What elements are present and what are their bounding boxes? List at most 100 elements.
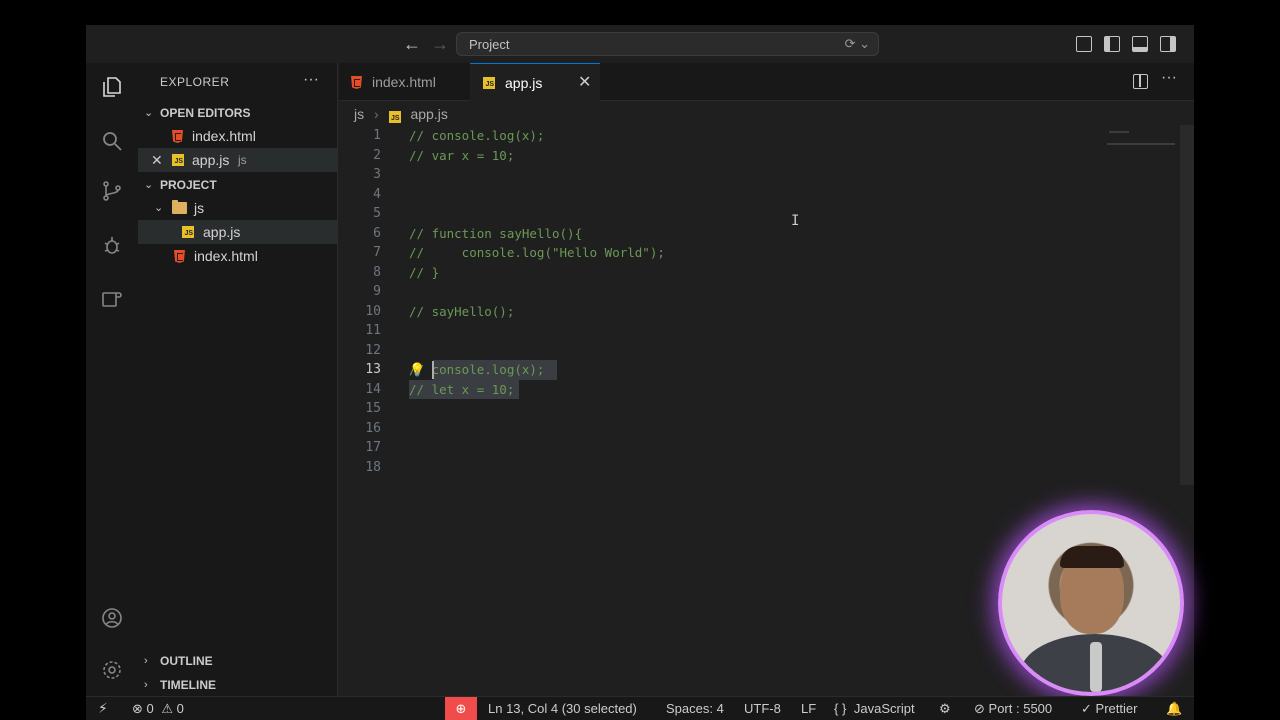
code-line: // } bbox=[409, 264, 440, 280]
open-editor-item[interactable]: index.html bbox=[138, 124, 338, 148]
line-number: 12 bbox=[365, 342, 381, 358]
toggle-secondary-sidebar-icon[interactable] bbox=[1160, 36, 1176, 52]
toggle-panel-icon[interactable] bbox=[1132, 36, 1148, 52]
customize-layout-icon[interactable] bbox=[1076, 36, 1092, 52]
text-cursor-icon: I bbox=[791, 213, 800, 229]
outline-title: OUTLINE bbox=[160, 654, 213, 668]
close-tab-icon[interactable]: ✕ bbox=[578, 64, 591, 102]
editor-tab-bar: index.html JS app.js ✕ ··· bbox=[339, 63, 1194, 101]
notifications-bell-icon[interactable]: 🔔 bbox=[1166, 697, 1182, 720]
folder-icon bbox=[172, 200, 187, 214]
prettier[interactable]: ✓ Prettier bbox=[1081, 697, 1137, 720]
open-editor-label: index.html bbox=[192, 128, 256, 144]
line-number: 11 bbox=[365, 323, 381, 338]
tab-index-html[interactable]: index.html bbox=[339, 63, 469, 101]
settings-gear-icon[interactable] bbox=[100, 658, 124, 682]
error-count: 0 bbox=[146, 701, 154, 716]
chevron-right-icon: › bbox=[374, 106, 379, 122]
webcam-overlay bbox=[998, 510, 1184, 696]
lightbulb-icon[interactable]: 💡 bbox=[409, 363, 425, 378]
code-line: // var x = 10; bbox=[409, 147, 515, 163]
warning-icon: ⚠ bbox=[161, 701, 174, 716]
source-control-icon[interactable] bbox=[100, 179, 124, 203]
chevron-down-icon: ⌄ bbox=[144, 179, 154, 191]
line-number: 6 bbox=[373, 225, 381, 241]
breadcrumb-file[interactable]: app.js bbox=[410, 106, 447, 122]
line-number: 13 bbox=[365, 362, 381, 377]
timeline-section[interactable]: › TIMELINE bbox=[138, 674, 338, 696]
line-number: 14 bbox=[365, 381, 381, 397]
copilot-icon[interactable]: ⟳ ⌄ bbox=[845, 36, 870, 52]
more-actions-icon[interactable]: ··· bbox=[1161, 69, 1177, 87]
end-of-line[interactable]: LF bbox=[801, 697, 816, 720]
breadcrumb: js › JS app.js bbox=[354, 103, 448, 125]
line-number: 4 bbox=[373, 186, 381, 202]
copilot-icon[interactable]: ⚙ bbox=[939, 697, 951, 720]
encoding[interactable]: UTF-8 bbox=[744, 697, 781, 720]
chevron-down-icon: ⌄ bbox=[154, 202, 164, 214]
code-line: // sayHello(); bbox=[409, 303, 515, 319]
line-number: 1 bbox=[373, 128, 381, 143]
search-icon[interactable] bbox=[100, 129, 124, 153]
chevron-right-icon: › bbox=[144, 655, 148, 667]
more-actions-icon[interactable]: ··· bbox=[303, 71, 319, 89]
vertical-scrollbar[interactable] bbox=[1180, 125, 1194, 485]
line-number: 15 bbox=[365, 401, 381, 416]
line-number: 16 bbox=[365, 420, 381, 436]
indentation[interactable]: Spaces: 4 bbox=[666, 697, 724, 720]
toggle-primary-sidebar-icon[interactable] bbox=[1104, 36, 1120, 52]
zoom-icon[interactable]: ⊕ bbox=[445, 697, 477, 720]
presenter-hair bbox=[1060, 546, 1124, 568]
port-label: Port : 5500 bbox=[988, 701, 1053, 716]
tab-label: app.js bbox=[505, 75, 543, 91]
open-editor-label: app.js bbox=[192, 152, 230, 168]
problems-indicator[interactable]: ⊗ 0 ⚠ 0 bbox=[132, 697, 184, 720]
outline-section[interactable]: › OUTLINE bbox=[138, 650, 338, 672]
warning-count: 0 bbox=[176, 701, 184, 716]
line-number: 10 bbox=[365, 303, 381, 319]
language-mode[interactable]: { } JavaScript bbox=[834, 697, 915, 720]
tree-file-app-js[interactable]: JS app.js bbox=[138, 220, 338, 244]
explorer-icon[interactable] bbox=[100, 75, 124, 99]
tab-app-js[interactable]: JS app.js ✕ bbox=[470, 63, 600, 101]
braces-icon: { } bbox=[834, 701, 847, 716]
run-debug-icon[interactable] bbox=[100, 233, 124, 257]
code-line: // console.log("Hello World"); bbox=[409, 245, 665, 260]
open-editor-path-hint: js bbox=[238, 153, 247, 167]
search-label: Project bbox=[469, 37, 510, 52]
close-icon[interactable]: ✕ bbox=[151, 148, 163, 172]
back-arrow-icon[interactable]: ← bbox=[402, 34, 422, 54]
cursor-position[interactable]: Ln 13, Col 4 (30 selected) bbox=[488, 697, 637, 720]
project-title: PROJECT bbox=[160, 178, 217, 192]
open-editor-item[interactable]: ✕ JS app.js js bbox=[138, 148, 338, 172]
js-file-icon: JS bbox=[172, 154, 184, 166]
title-bar: ← → Project ⟳ ⌄ bbox=[86, 25, 1194, 63]
language-label: JavaScript bbox=[853, 701, 915, 716]
line-number: 2 bbox=[373, 147, 381, 163]
forward-arrow-icon[interactable]: → bbox=[430, 34, 450, 54]
chevron-right-icon: › bbox=[144, 679, 148, 691]
remote-icon[interactable]: ⚡ bbox=[98, 697, 108, 720]
breadcrumb-folder[interactable]: js bbox=[354, 106, 364, 122]
sidebar-title: EXPLORER bbox=[160, 75, 230, 89]
html-file-icon bbox=[174, 250, 185, 263]
split-editor-icon[interactable] bbox=[1133, 74, 1148, 89]
live-server-port[interactable]: ⊘ Port : 5500 bbox=[974, 697, 1052, 720]
command-center-search[interactable]: Project ⟳ ⌄ bbox=[456, 32, 879, 56]
line-number: 17 bbox=[365, 440, 381, 455]
extensions-icon[interactable] bbox=[100, 285, 124, 309]
html-file-icon bbox=[351, 76, 362, 89]
project-section[interactable]: ⌄ PROJECT bbox=[138, 174, 338, 196]
error-icon: ⊗ bbox=[132, 701, 143, 716]
line-number: 7 bbox=[373, 245, 381, 260]
line-number: 5 bbox=[373, 206, 381, 221]
open-editors-section[interactable]: ⌄ OPEN EDITORS bbox=[138, 102, 338, 124]
tree-file-index-html[interactable]: index.html bbox=[138, 244, 338, 268]
minimap-line bbox=[1107, 143, 1175, 145]
text-caret bbox=[432, 361, 434, 379]
accounts-icon[interactable] bbox=[100, 606, 124, 630]
tree-folder-js[interactable]: ⌄ js bbox=[138, 196, 338, 220]
timeline-title: TIMELINE bbox=[160, 678, 216, 692]
code-line: // console.log(x); bbox=[409, 362, 545, 377]
js-file-icon: JS bbox=[182, 226, 194, 238]
